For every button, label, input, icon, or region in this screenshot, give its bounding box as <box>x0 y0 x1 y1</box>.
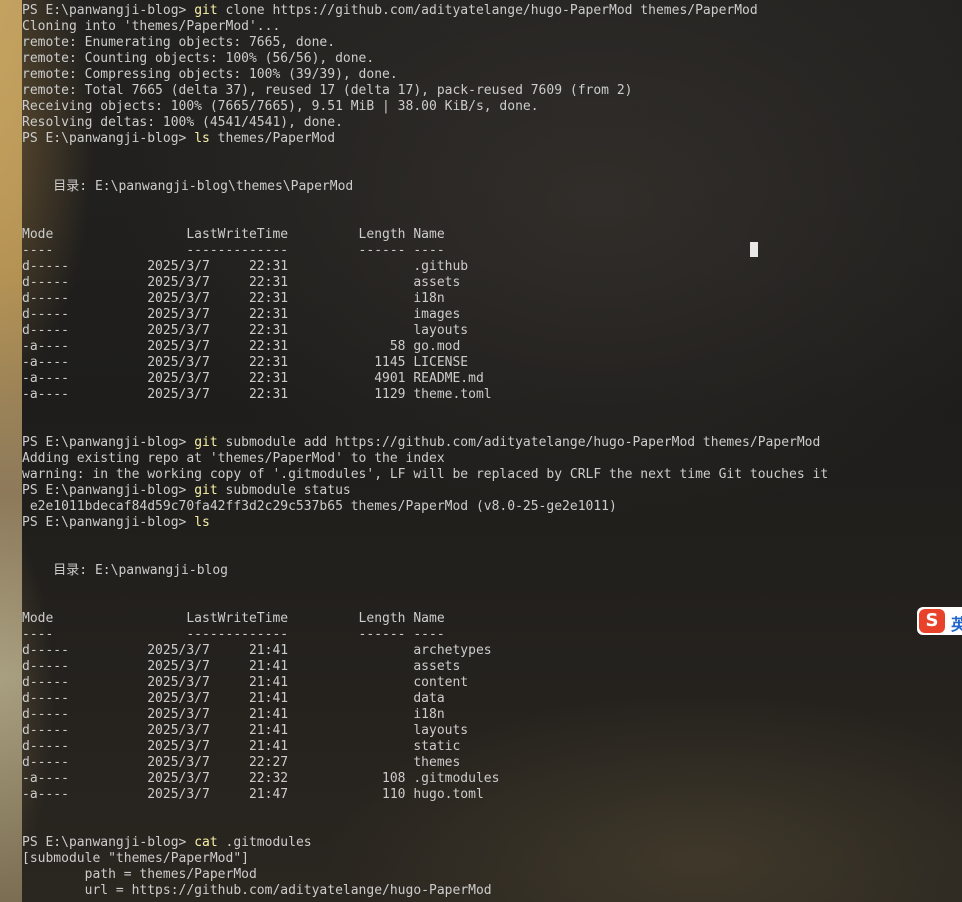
command-name: cat <box>194 835 218 850</box>
output-line: url = https://github.com/adityatelange/h… <box>22 883 492 898</box>
output-line: d----- 2025/3/7 21:41 static <box>22 739 461 754</box>
command-args: themes/PaperMod <box>209 131 336 146</box>
command-name: ls <box>194 515 210 530</box>
output-line: warning: in the working copy of '.gitmod… <box>22 467 829 482</box>
output-line: d----- 2025/3/7 21:41 data <box>22 691 445 706</box>
output-line: Mode LastWriteTime Length Name <box>22 611 445 626</box>
ime-mode-label[interactable]: 英 <box>951 611 962 635</box>
output-line: -a---- 2025/3/7 22:31 58 go.mod <box>22 339 461 354</box>
output-line: d----- 2025/3/7 21:41 i18n <box>22 707 445 722</box>
output-line: e2e1011bdecaf84d59c70fa42ff3d2c29c537b65… <box>22 499 617 514</box>
prompt: PS E:\panwangji-blog> <box>22 435 195 450</box>
sogou-ime-icon[interactable]: S <box>919 609 945 633</box>
output-line: -a---- 2025/3/7 22:31 1129 theme.toml <box>22 387 492 402</box>
output-line: 目录: E:\panwangji-blog\themes\PaperMod <box>22 179 354 194</box>
command-args: submodule add https://github.com/adityat… <box>217 435 821 450</box>
output-line: Receiving objects: 100% (7665/7665), 9.5… <box>22 99 539 114</box>
terminal-output[interactable]: PS E:\panwangji-blog> git clone https://… <box>22 3 962 899</box>
command-args: .gitmodules <box>217 835 312 850</box>
output-line: remote: Total 7665 (delta 37), reused 17… <box>22 83 633 98</box>
output-line: d----- 2025/3/7 22:27 themes <box>22 755 461 770</box>
prompt-line: PS E:\panwangji-blog> git clone https://… <box>22 3 962 19</box>
output-line: d----- 2025/3/7 21:41 archetypes <box>22 643 492 658</box>
terminal-window[interactable]: PS E:\panwangji-blog> git clone https://… <box>0 0 962 902</box>
output-line: -a---- 2025/3/7 22:31 4901 README.md <box>22 371 484 386</box>
output-line: 目录: E:\panwangji-blog <box>22 563 229 578</box>
command-args: clone https://github.com/adityatelange/h… <box>217 3 758 18</box>
output-line: -a---- 2025/3/7 22:31 1145 LICENSE <box>22 355 469 370</box>
output-line: ---- ------------- ------ ---- <box>22 627 445 642</box>
desktop-wallpaper-edge <box>0 0 22 902</box>
text-cursor <box>750 242 758 257</box>
prompt-line: PS E:\panwangji-blog> git submodule add … <box>22 435 962 451</box>
output-line: Resolving deltas: 100% (4541/4541), done… <box>22 115 343 130</box>
prompt: PS E:\panwangji-blog> <box>22 131 195 146</box>
output-line: d----- 2025/3/7 21:41 content <box>22 675 469 690</box>
output-line: remote: Counting objects: 100% (56/56), … <box>22 51 375 66</box>
output-line: d----- 2025/3/7 22:31 i18n <box>22 291 445 306</box>
command-name: git <box>194 483 218 498</box>
output-line: Adding existing repo at 'themes/PaperMod… <box>22 451 445 466</box>
output-line: d----- 2025/3/7 22:31 assets <box>22 275 461 290</box>
output-line: d----- 2025/3/7 21:41 layouts <box>22 723 469 738</box>
prompt: PS E:\panwangji-blog> <box>22 515 195 530</box>
output-line: Mode LastWriteTime Length Name <box>22 227 445 242</box>
output-line: d----- 2025/3/7 22:31 .github <box>22 259 469 274</box>
prompt-line: PS E:\panwangji-blog> git submodule stat… <box>22 483 962 499</box>
prompt-line: PS E:\panwangji-blog> ls <box>22 515 962 531</box>
command-name: ls <box>194 131 210 146</box>
prompt: PS E:\panwangji-blog> <box>22 483 195 498</box>
output-line: ---- ------------- ------ ---- <box>22 243 445 258</box>
prompt: PS E:\panwangji-blog> <box>22 3 195 18</box>
command-name: git <box>194 3 218 18</box>
output-line: d----- 2025/3/7 22:31 layouts <box>22 323 469 338</box>
output-line: d----- 2025/3/7 22:31 images <box>22 307 461 322</box>
output-line: -a---- 2025/3/7 21:47 110 hugo.toml <box>22 787 484 802</box>
prompt: PS E:\panwangji-blog> <box>22 835 195 850</box>
output-line: -a---- 2025/3/7 22:32 108 .gitmodules <box>22 771 500 786</box>
output-line: d----- 2025/3/7 21:41 assets <box>22 659 461 674</box>
ime-toolbar[interactable]: S 英 <box>917 607 962 635</box>
prompt-line: PS E:\panwangji-blog> ls themes/PaperMod <box>22 131 962 147</box>
prompt-line: PS E:\panwangji-blog> cat .gitmodules <box>22 835 962 851</box>
output-line: Cloning into 'themes/PaperMod'... <box>22 19 281 34</box>
output-line: path = themes/PaperMod <box>22 867 257 882</box>
output-line: remote: Compressing objects: 100% (39/39… <box>22 67 398 82</box>
command-args: submodule status <box>217 483 351 498</box>
output-line: remote: Enumerating objects: 7665, done. <box>22 35 336 50</box>
command-name: git <box>194 435 218 450</box>
output-line: [submodule "themes/PaperMod"] <box>22 851 249 866</box>
